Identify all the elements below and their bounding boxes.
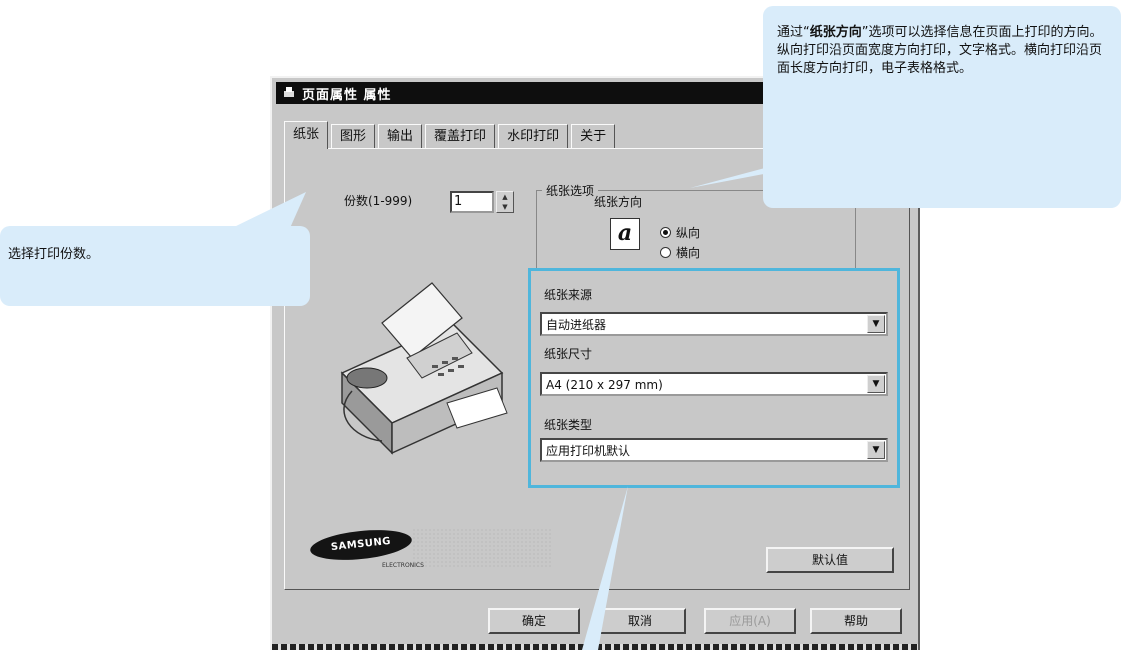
landscape-label: 横向 bbox=[676, 246, 701, 260]
copies-spinner[interactable]: ▲ ▼ bbox=[496, 191, 514, 213]
dialog-bottom-edge bbox=[272, 644, 918, 650]
paper-type-select[interactable]: 应用打印机默认 ▼ bbox=[540, 438, 888, 462]
spin-up-icon[interactable]: ▲ bbox=[497, 192, 513, 202]
landscape-radio[interactable]: 横向 bbox=[660, 244, 700, 261]
orientation-callout-prefix: 通过“ bbox=[777, 25, 810, 40]
paper-options-title: 纸张选项 bbox=[542, 182, 599, 199]
orientation-callout-highlight: 纸张方向 bbox=[809, 25, 862, 40]
copies-callout: 选择打印份数。 bbox=[0, 226, 310, 306]
tab-overlay[interactable]: 覆盖打印 bbox=[425, 124, 496, 148]
chevron-down-icon[interactable]: ▼ bbox=[867, 441, 885, 459]
paper-source-value: 自动进纸器 bbox=[546, 318, 607, 332]
portrait-radio[interactable]: 纵向 bbox=[660, 224, 700, 241]
ok-button[interactable]: 确定 bbox=[488, 608, 580, 634]
window-title: 页面属性 属性 bbox=[302, 87, 392, 103]
defaults-button[interactable]: 默认值 bbox=[766, 547, 894, 573]
paper-type-label: 纸张类型 bbox=[544, 418, 593, 432]
cancel-button[interactable]: 取消 bbox=[594, 608, 686, 634]
paper-size-value: A4 (210 x 297 mm) bbox=[546, 378, 663, 392]
fax-machine-illustration bbox=[340, 282, 508, 455]
copies-label: 份数(1-999) bbox=[344, 194, 413, 208]
apply-button[interactable]: 应用(A) bbox=[704, 608, 796, 634]
paper-size-label: 纸张尺寸 bbox=[544, 347, 593, 361]
tab-output[interactable]: 输出 bbox=[378, 124, 423, 148]
orientation-callout: 通过“纸张方向”选项可以选择信息在页面上打印的方向。纵向打印沿页面宽度方向打印，… bbox=[763, 6, 1121, 208]
paper-source-label: 纸张来源 bbox=[544, 288, 593, 302]
tab-graphics[interactable]: 图形 bbox=[331, 124, 376, 148]
copies-callout-text: 选择打印份数。 bbox=[8, 247, 100, 262]
copies-input[interactable]: 1 bbox=[450, 191, 494, 213]
radio-selected-icon bbox=[660, 227, 671, 238]
tab-watermark[interactable]: 水印打印 bbox=[498, 124, 569, 148]
paper-size-select[interactable]: A4 (210 x 297 mm) ▼ bbox=[540, 372, 888, 396]
orientation-preview-icon: a bbox=[610, 218, 640, 250]
radio-unselected-icon bbox=[660, 247, 671, 258]
orientation-label: 纸张方向 bbox=[594, 195, 643, 209]
decorative-dot-pattern bbox=[412, 528, 552, 568]
tab-strip: 纸张 图形 输出 覆盖打印 水印打印 关于 bbox=[284, 120, 618, 149]
paper-type-value: 应用打印机默认 bbox=[546, 444, 631, 458]
chevron-down-icon[interactable]: ▼ bbox=[867, 315, 885, 333]
paper-source-select[interactable]: 自动进纸器 ▼ bbox=[540, 312, 888, 336]
tab-paper[interactable]: 纸张 bbox=[284, 121, 329, 149]
portrait-label: 纵向 bbox=[676, 226, 701, 240]
logo-subtitle: ELECTRONICS bbox=[382, 562, 424, 569]
printer-icon bbox=[284, 87, 294, 97]
chevron-down-icon[interactable]: ▼ bbox=[867, 375, 885, 393]
spin-down-icon[interactable]: ▼ bbox=[497, 202, 513, 212]
help-button[interactable]: 帮助 bbox=[810, 608, 902, 634]
tab-about[interactable]: 关于 bbox=[571, 124, 616, 148]
